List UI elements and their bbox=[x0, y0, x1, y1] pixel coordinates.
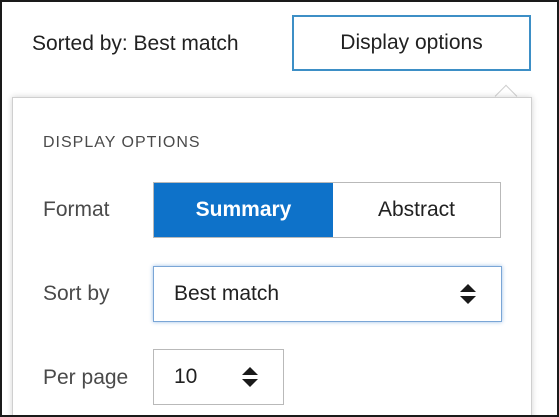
format-toggle: Summary Abstract bbox=[153, 182, 501, 238]
per-page-value: 10 bbox=[174, 365, 198, 388]
panel-heading: DISPLAY OPTIONS bbox=[43, 134, 201, 151]
format-label: Format bbox=[43, 198, 110, 221]
updown-arrows-icon bbox=[460, 284, 476, 304]
display-options-button[interactable]: Display options bbox=[292, 15, 531, 71]
format-abstract-button[interactable]: Abstract bbox=[333, 183, 500, 237]
sort-by-value: Best match bbox=[174, 282, 280, 305]
display-options-screen: Sorted by: Best match Display options DI… bbox=[0, 0, 559, 417]
sorted-by-text: Sorted by: Best match bbox=[32, 32, 239, 55]
display-options-panel: DISPLAY OPTIONS Format Summary Abstract … bbox=[12, 97, 532, 415]
per-page-label: Per page bbox=[43, 366, 129, 389]
updown-arrows-icon bbox=[242, 367, 258, 387]
sort-by-label: Sort by bbox=[43, 282, 110, 305]
sort-by-select[interactable]: Best match bbox=[153, 266, 502, 322]
format-summary-button[interactable]: Summary bbox=[154, 183, 333, 237]
per-page-select[interactable]: 10 bbox=[153, 349, 284, 405]
